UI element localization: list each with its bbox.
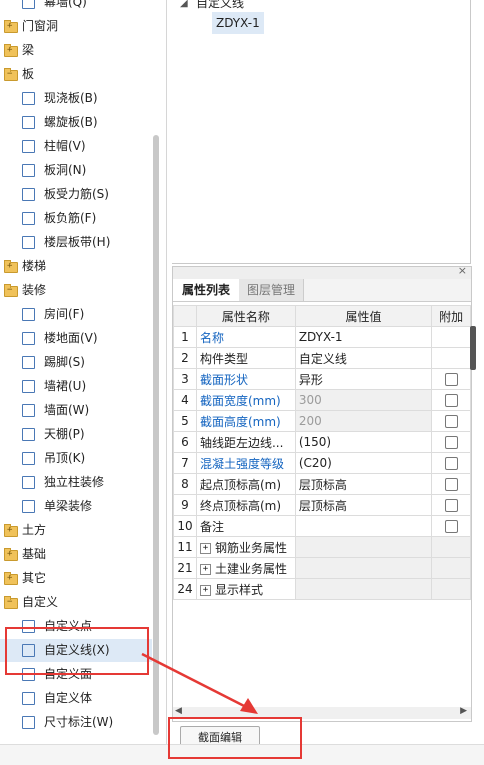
arrow-line	[141, 652, 253, 712]
annotation-arrow	[141, 652, 258, 714]
